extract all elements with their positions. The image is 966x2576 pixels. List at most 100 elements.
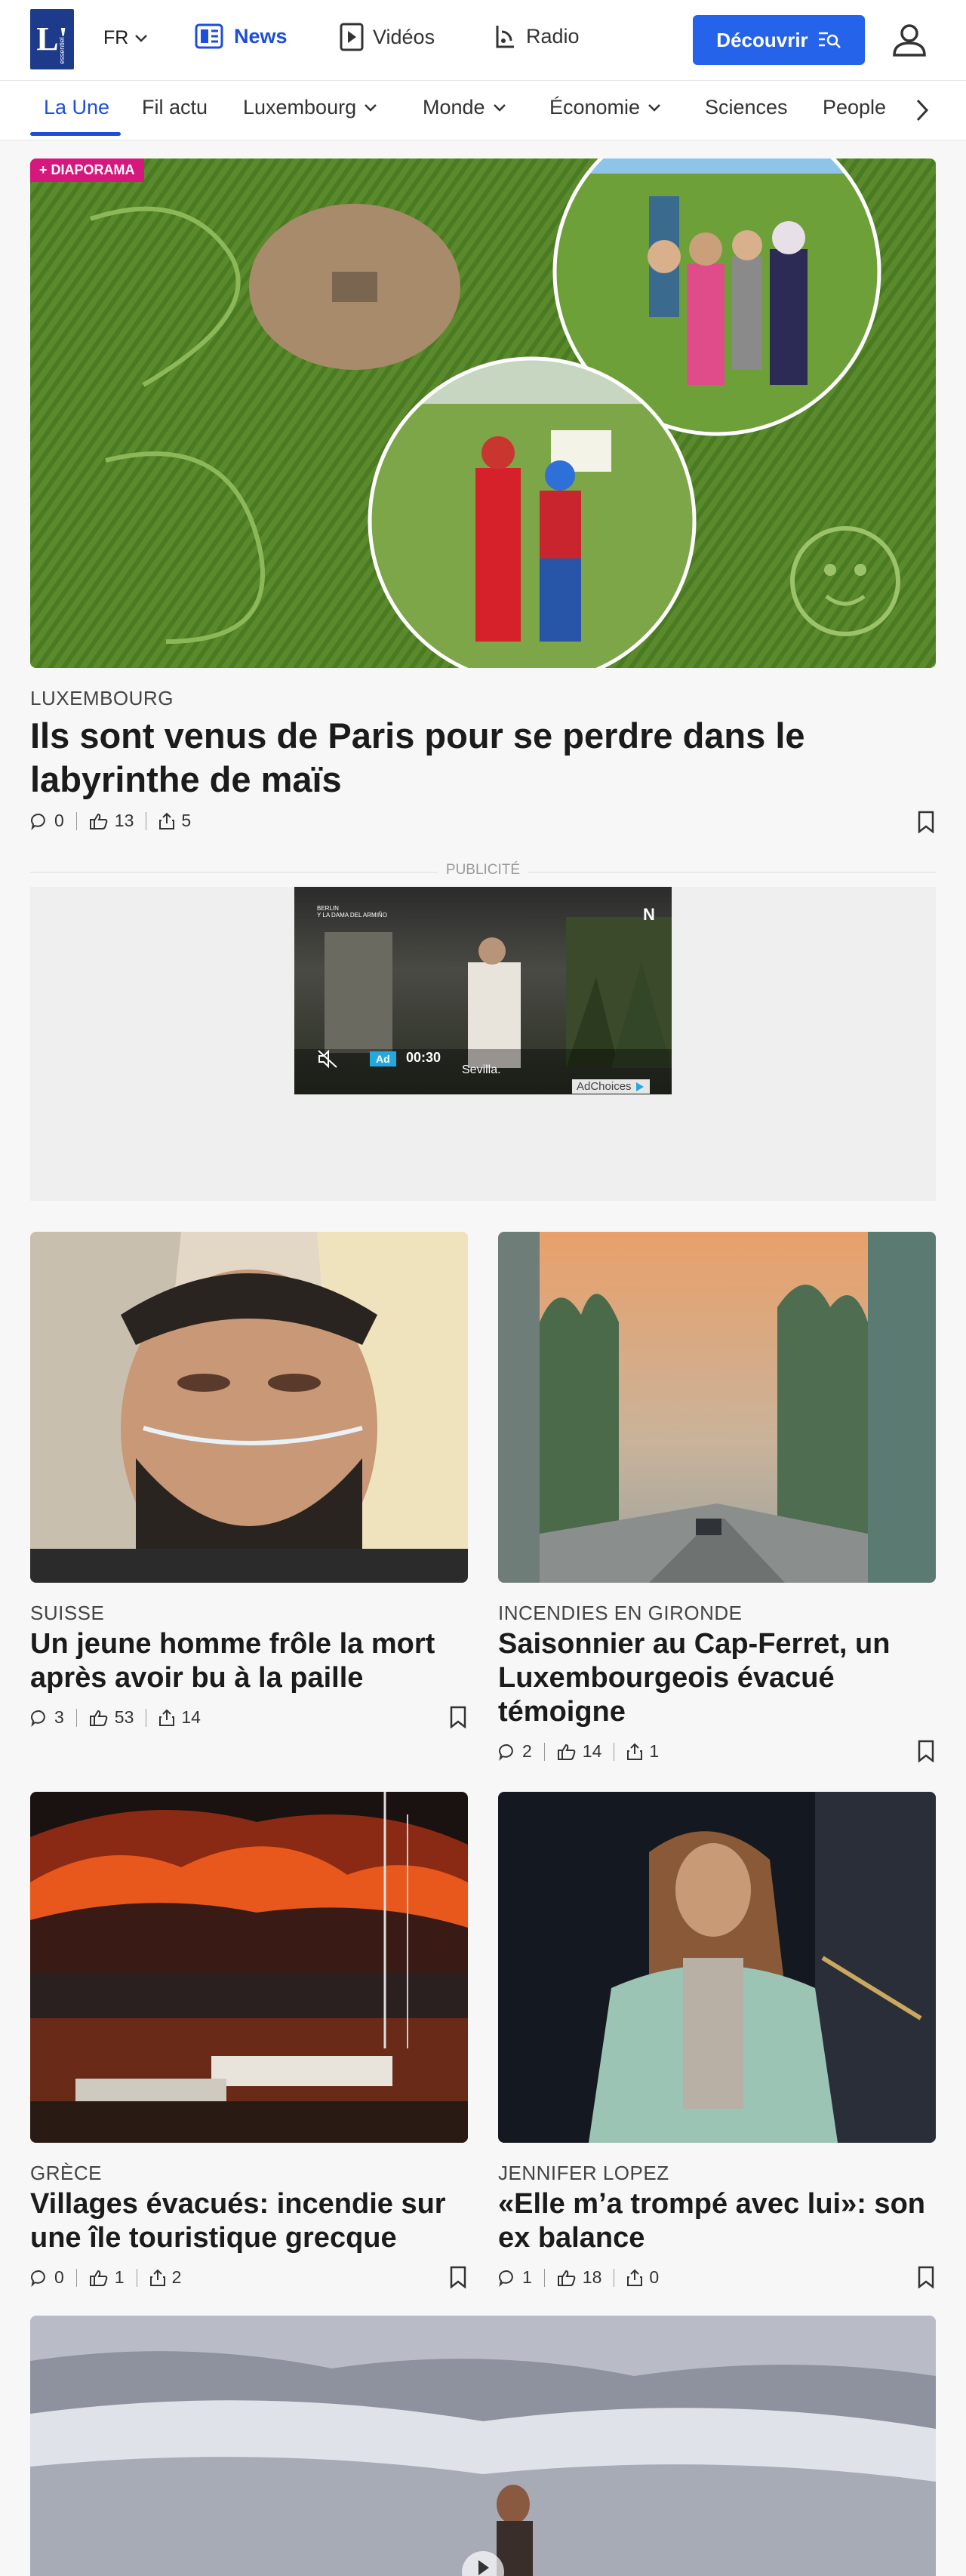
article-title[interactable]: Un jeune homme frôle la mort après avoir… — [30, 1627, 468, 1695]
nav-radio[interactable]: Radio — [494, 23, 580, 50]
video-text-line1: BERLIN — [317, 905, 339, 912]
shares-value: 1 — [649, 1741, 660, 1761]
ad-label: PUBLICITÉ — [445, 862, 521, 878]
thumbs-up-icon — [89, 2270, 108, 2286]
bookmark-icon[interactable] — [448, 1706, 468, 1728]
likes-value: 13 — [114, 811, 134, 830]
tab-sciences[interactable]: Sciences — [705, 96, 788, 119]
shares-value: 2 — [171, 2267, 182, 2287]
bookmark-icon[interactable] — [916, 811, 936, 833]
comments-value: 1 — [522, 2267, 532, 2287]
separator — [543, 2268, 545, 2287]
shares-count[interactable]: 5 — [158, 811, 191, 831]
article-kicker[interactable]: JENNIFER LOPEZ — [498, 2162, 669, 2185]
article-title[interactable]: Villages évacués: incendie sur une île t… — [30, 2187, 468, 2255]
nav-radio-label: Radio — [526, 24, 580, 48]
search-list-icon — [818, 32, 841, 48]
language-selector[interactable]: FR — [103, 27, 148, 49]
comments-value: 2 — [522, 1741, 532, 1761]
comments-count[interactable]: 0 — [30, 2267, 64, 2288]
article-stats: 2 14 1 — [498, 1741, 659, 1762]
article-image[interactable] — [498, 1232, 936, 1583]
chevron-right-icon[interactable] — [915, 97, 930, 123]
comments-count[interactable]: 1 — [498, 2267, 532, 2288]
likes-value: 53 — [114, 1707, 134, 1727]
mute-icon[interactable] — [317, 1049, 338, 1069]
tab-luxembourg[interactable]: Luxembourg — [243, 96, 377, 119]
article-kicker[interactable]: INCENDIES EN GIRONDE — [498, 1602, 743, 1625]
separator — [75, 1708, 77, 1727]
play-button-icon[interactable] — [466, 2556, 500, 2576]
likes-count[interactable]: 14 — [557, 1741, 602, 1762]
likes-count[interactable]: 1 — [89, 2267, 125, 2288]
network-logo: N — [643, 905, 655, 924]
tab-economie-label: Économie — [549, 96, 641, 118]
nav-videos[interactable]: Vidéos — [340, 23, 435, 51]
hero-title[interactable]: Ils sont venus de Paris pour se perdre d… — [30, 714, 860, 802]
thumbs-up-icon — [557, 1743, 576, 1760]
waves-video-photo — [30, 2316, 936, 2576]
article-kicker[interactable]: GRÈCE — [30, 2162, 102, 2185]
article-title[interactable]: «Elle m’a trompé avec lui»: son ex balan… — [498, 2187, 936, 2255]
tab-la-une[interactable]: La Une — [44, 96, 109, 119]
chevron-down-icon — [135, 34, 148, 42]
discover-label: Découvrir — [716, 28, 808, 51]
bookmark-icon[interactable] — [916, 1740, 936, 1762]
comments-count[interactable]: 2 — [498, 1741, 532, 1762]
tab-people[interactable]: People — [823, 96, 886, 119]
nav-news[interactable]: News — [195, 23, 288, 50]
article-image[interactable] — [498, 1792, 936, 2143]
discover-button[interactable]: Découvrir — [693, 15, 865, 65]
likes-count[interactable]: 18 — [557, 2267, 601, 2288]
bookmark-icon[interactable] — [916, 2266, 936, 2288]
tab-luxembourg-label: Luxembourg — [243, 96, 357, 118]
celebrity-portrait-photo — [498, 1792, 936, 2143]
share-icon — [627, 1743, 643, 1760]
ad-video[interactable]: BERLIN Y LA DAMA DEL ARMIÑO N Ad 00:30 S… — [294, 887, 672, 1094]
island-wildfire-photo — [30, 1792, 468, 2143]
comments-value: 0 — [54, 2267, 64, 2287]
article-kicker[interactable]: SUISSE — [30, 1602, 104, 1625]
user-account-icon[interactable] — [891, 21, 928, 59]
thumbs-up-icon — [89, 1710, 108, 1726]
separator — [75, 2268, 77, 2287]
share-icon — [627, 2269, 643, 2286]
slideshow-badge: + DIAPORAMA — [30, 158, 144, 182]
bookmark-icon[interactable] — [448, 2266, 468, 2288]
article-stats: 3 53 14 — [30, 1707, 201, 1728]
tab-monde-label: Monde — [423, 96, 485, 118]
comment-icon — [31, 813, 45, 830]
likes-value: 14 — [582, 1741, 602, 1761]
site-logo[interactable]: L' essentiel — [30, 9, 74, 69]
comments-count[interactable]: 3 — [30, 1707, 64, 1728]
article-image[interactable] — [30, 1792, 468, 2143]
tab-economie[interactable]: Économie — [549, 96, 661, 119]
forest-fire-road-photo — [498, 1232, 936, 1583]
comment-icon — [31, 1710, 45, 1727]
shares-count[interactable]: 2 — [149, 2267, 182, 2288]
shares-count[interactable]: 0 — [626, 2267, 659, 2288]
shares-count[interactable]: 14 — [158, 1707, 201, 1728]
tab-sciences-label: Sciences — [705, 96, 788, 118]
nav-videos-label: Vidéos — [373, 25, 435, 48]
tab-monde[interactable]: Monde — [423, 96, 506, 119]
hero-kicker[interactable]: LUXEMBOURG — [30, 687, 174, 710]
comments-count[interactable]: 0 — [30, 811, 64, 831]
ad-caption: Sevilla. — [462, 1063, 501, 1076]
adchoices-link[interactable]: AdChoices — [572, 1079, 650, 1094]
hero-image[interactable] — [30, 158, 936, 668]
share-icon — [159, 1709, 175, 1726]
likes-count[interactable]: 53 — [89, 1707, 134, 1728]
radio-icon — [496, 26, 514, 48]
article-image[interactable] — [30, 1232, 468, 1583]
separator — [75, 811, 77, 830]
article-stats: 1 18 0 — [498, 2267, 659, 2288]
video-article-image[interactable] — [30, 2316, 936, 2576]
likes-count[interactable]: 13 — [89, 811, 134, 831]
article-title[interactable]: Saisonnier au Cap-Ferret, un Luxembourge… — [498, 1627, 936, 1729]
language-label: FR — [103, 27, 129, 48]
shares-count[interactable]: 1 — [626, 1741, 659, 1762]
top-bar: L' essentiel FR News Vidéos Radio Découv… — [0, 0, 966, 80]
tab-fil-actu[interactable]: Fil actu — [142, 96, 208, 119]
comments-value: 0 — [54, 811, 64, 830]
